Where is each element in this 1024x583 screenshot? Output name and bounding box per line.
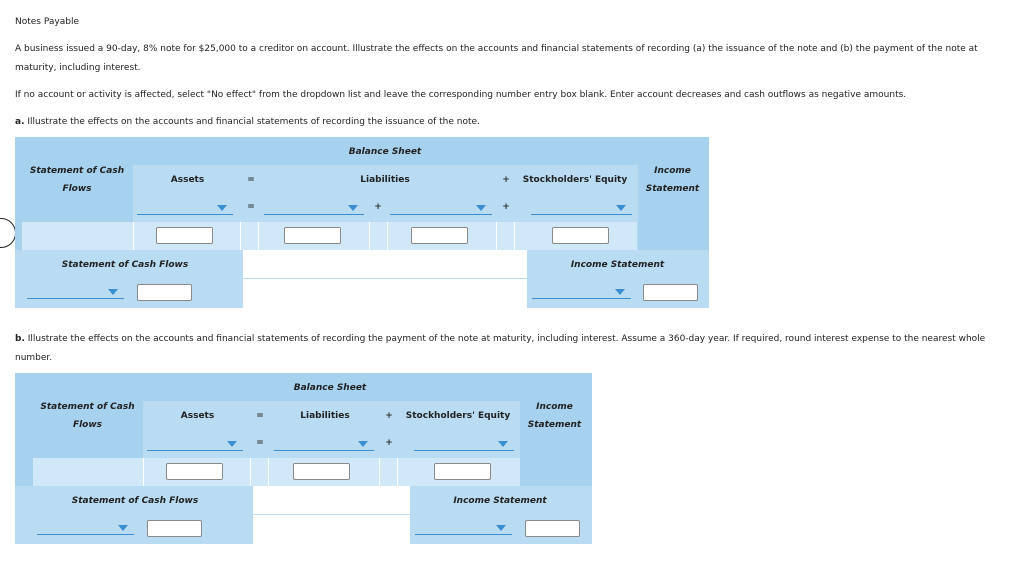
balance-sheet-header: Balance Sheet <box>348 147 422 157</box>
divider <box>514 222 515 250</box>
part-b-label: b. <box>15 334 25 344</box>
income-statement-header: Income Statement <box>645 166 700 194</box>
scf-amount-input[interactable] <box>147 520 202 537</box>
divider <box>133 222 134 250</box>
chevron-down-icon <box>498 441 508 447</box>
assets-header: Assets <box>180 411 215 421</box>
equals-sign: = <box>256 411 264 421</box>
divider <box>397 458 398 486</box>
balance-sheet-header: Balance Sheet <box>293 383 367 393</box>
liabilities-amount-input[interactable] <box>293 463 350 480</box>
liabilities-header: Liabilities <box>300 411 350 421</box>
is-amount-input[interactable] <box>643 284 698 301</box>
part-a-label: a. <box>15 117 25 127</box>
part-a-text: Illustrate the effects on the accounts a… <box>27 117 480 127</box>
chevron-down-icon <box>496 525 506 531</box>
divider <box>387 222 388 250</box>
equity-dropdown[interactable] <box>531 201 632 215</box>
divider <box>496 222 497 250</box>
divider <box>250 458 251 486</box>
blank-cell <box>253 486 410 514</box>
scf-dropdown[interactable] <box>27 285 124 299</box>
divider <box>258 222 259 250</box>
liabilities-dropdown-1[interactable] <box>264 201 364 215</box>
scf-footer-label: Statement of Cash Flows <box>61 260 189 270</box>
liabilities-amount-input-1[interactable] <box>284 227 341 244</box>
equity-amount-input[interactable] <box>434 463 491 480</box>
part-b-text: Illustrate the effects on the accounts a… <box>15 334 986 363</box>
equals-sign: = <box>256 438 264 448</box>
assets-dropdown[interactable] <box>147 437 243 451</box>
assets-amount-input[interactable] <box>166 463 223 480</box>
is-amount-input[interactable] <box>525 520 580 537</box>
page-title: Notes Payable <box>15 17 79 27</box>
assets-header: Assets <box>170 175 205 185</box>
scf-amount-input[interactable] <box>137 284 192 301</box>
chevron-down-icon <box>217 205 227 211</box>
blank-cell <box>243 250 527 278</box>
liabilities-dropdown[interactable] <box>274 437 374 451</box>
chevron-down-icon <box>615 289 625 295</box>
chevron-down-icon <box>118 525 128 531</box>
plus-sign: + <box>385 411 393 421</box>
divider <box>240 222 241 250</box>
chevron-down-icon <box>358 441 368 447</box>
part-a-prompt: a. Illustrate the effects on the account… <box>15 117 480 127</box>
equals-sign: = <box>247 202 255 212</box>
is-footer-label: Income Statement <box>453 496 547 506</box>
problem-intro: A business issued a 90-day, 8% note for … <box>15 44 978 73</box>
scf-header: Statement of Cash Flows <box>29 166 125 194</box>
income-statement-header: Income Statement <box>527 402 582 430</box>
chevron-down-icon <box>616 205 626 211</box>
equity-dropdown[interactable] <box>414 437 514 451</box>
liabilities-header: Liabilities <box>360 175 410 185</box>
liabilities-dropdown-2[interactable] <box>390 201 492 215</box>
blank-cell <box>253 515 410 544</box>
assets-amount-input[interactable] <box>156 227 213 244</box>
plus-sign: + <box>502 202 510 212</box>
assets-dropdown[interactable] <box>137 201 233 215</box>
is-dropdown[interactable] <box>532 285 631 299</box>
scf-dropdown[interactable] <box>37 521 134 535</box>
divider <box>143 458 144 486</box>
divider <box>379 458 380 486</box>
equals-sign: = <box>247 175 255 185</box>
divider <box>369 222 370 250</box>
instructions: If no account or activity is affected, s… <box>15 90 907 100</box>
plus-sign: + <box>502 175 510 185</box>
is-dropdown[interactable] <box>415 521 512 535</box>
equity-header: Stockholders' Equity <box>405 411 511 421</box>
side-tab-indicator[interactable] <box>0 218 16 248</box>
chevron-down-icon <box>108 289 118 295</box>
equity-amount-input[interactable] <box>552 227 609 244</box>
part-b-prompt: b. Illustrate the effects on the account… <box>15 330 1015 368</box>
chevron-down-icon <box>227 441 237 447</box>
divider <box>268 458 269 486</box>
plus-sign: + <box>385 438 393 448</box>
plus-sign: + <box>374 202 382 212</box>
liabilities-amount-input-2[interactable] <box>411 227 468 244</box>
blank-cell <box>243 279 527 308</box>
scf-footer-label: Statement of Cash Flows <box>71 496 199 506</box>
chevron-down-icon <box>476 205 486 211</box>
chevron-down-icon <box>348 205 358 211</box>
scf-header: Statement of Cash Flows <box>40 402 135 430</box>
is-footer-label: Income Statement <box>570 260 665 270</box>
equity-header: Stockholders' Equity <box>522 175 628 185</box>
